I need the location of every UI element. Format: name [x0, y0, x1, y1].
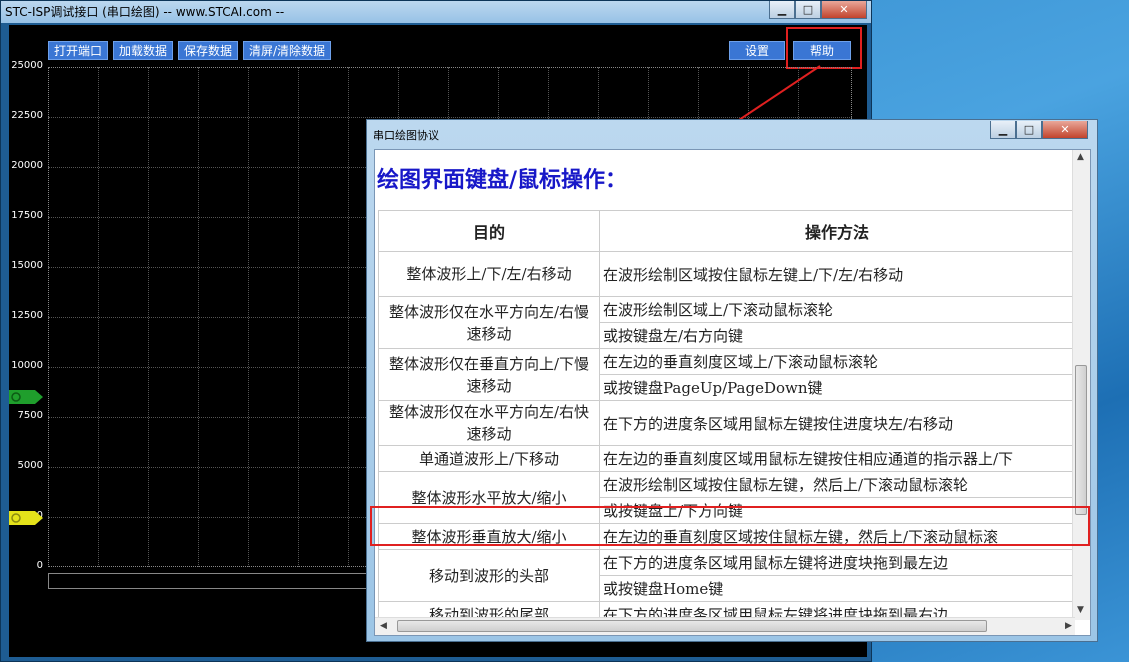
- help-heading: 绘图界面键盘/鼠标操作：: [377, 167, 628, 193]
- method-cell: 在波形绘制区域上/下滚动鼠标滚轮: [599, 296, 1075, 323]
- row-highlight-box: [370, 506, 1090, 546]
- table-row: 整体波形仅在垂直方向上/下慢速移动 在左边的垂直刻度区域上/下滚动鼠标滚轮: [378, 348, 1075, 401]
- vertical-scrollbar[interactable]: ▲ ▼: [1072, 150, 1090, 620]
- scroll-right-icon[interactable]: ▶: [1065, 621, 1072, 631]
- method-cell: 或按键盘Home键: [599, 575, 1075, 602]
- goal-cell: 整体波形仅在水平方向左/右快速移动: [378, 400, 600, 446]
- method-cell: 在波形绘制区域按住鼠标左键，然后上/下滚动鼠标滚轮: [599, 471, 1075, 498]
- table-row: 单通道波形上/下移动 在左边的垂直刻度区域用鼠标左键按住相应通道的指示器上/下: [378, 445, 1075, 472]
- method-cell: 在下方的进度条区域用鼠标左键按住进度块左/右移动: [599, 400, 1075, 446]
- dialog-content[interactable]: 绘图界面键盘/鼠标操作： 目的 操作方法 整体波形上/下/左/右移动 在波形绘制区…: [374, 149, 1091, 636]
- horizontal-scrollbar[interactable]: ◀ ▶: [375, 617, 1075, 635]
- dialog-minimize-icon[interactable]: ▁: [990, 121, 1016, 139]
- vertical-scroll-thumb[interactable]: [1075, 365, 1087, 515]
- method-cell: 在左边的垂直刻度区域用鼠标左键按住相应通道的指示器上/下: [599, 445, 1075, 472]
- dialog-title: 串口绘图协议: [373, 129, 439, 142]
- goal-cell: 整体波形上/下/左/右移动: [378, 251, 600, 297]
- method-cell: 在左边的垂直刻度区域上/下滚动鼠标滚轮: [599, 348, 1075, 375]
- table-row: 整体波形上/下/左/右移动 在波形绘制区域按住鼠标左键上/下/左/右移动: [378, 251, 1075, 297]
- dialog-close-icon[interactable]: ✕: [1042, 121, 1088, 139]
- goal-cell: 移动到波形的头部: [378, 549, 600, 602]
- table-row: 整体波形仅在水平方向左/右快速移动 在下方的进度条区域用鼠标左键按住进度块左/右移…: [378, 400, 1075, 446]
- table-row: 整体波形仅在水平方向左/右慢速移动 在波形绘制区域上/下滚动鼠标滚轮: [378, 296, 1075, 349]
- goal-cell: 单通道波形上/下移动: [378, 445, 600, 472]
- method-cell: 或按键盘PageUp/PageDown键: [599, 374, 1075, 401]
- scroll-left-icon[interactable]: ◀: [380, 621, 387, 631]
- table-row: 整体波形水平放大/缩小 在波形绘制区域按住鼠标左键，然后上/下滚动鼠标滚轮: [378, 471, 1075, 524]
- header-goal: 目的: [378, 210, 600, 252]
- goal-cell: 整体波形仅在垂直方向上/下慢速移动: [378, 348, 600, 401]
- help-dialog: 串口绘图协议 ▁ □ ✕ 绘图界面键盘/鼠标操作： 目的 操作方法 整体波形上/…: [366, 119, 1098, 642]
- table-row: 移动到波形的头部 在下方的进度条区域用鼠标左键将进度块拖到最左边: [378, 549, 1075, 602]
- horizontal-scroll-thumb[interactable]: [397, 620, 987, 632]
- scroll-down-icon[interactable]: ▼: [1077, 605, 1084, 615]
- method-cell: 或按键盘左/右方向键: [599, 322, 1075, 349]
- scroll-up-icon[interactable]: ▲: [1077, 152, 1084, 162]
- method-cell: 在下方的进度条区域用鼠标左键将进度块拖到最左边: [599, 549, 1075, 576]
- header-method: 操作方法: [599, 210, 1075, 252]
- dialog-maximize-icon[interactable]: □: [1016, 121, 1042, 139]
- help-table: 目的 操作方法 整体波形上/下/左/右移动 在波形绘制区域按住鼠标左键上/下/左/…: [378, 210, 1075, 628]
- method-cell: 在波形绘制区域按住鼠标左键上/下/左/右移动: [599, 251, 1075, 297]
- goal-cell: 整体波形仅在水平方向左/右慢速移动: [378, 296, 600, 349]
- dialog-caption-buttons: ▁ □ ✕: [990, 121, 1088, 139]
